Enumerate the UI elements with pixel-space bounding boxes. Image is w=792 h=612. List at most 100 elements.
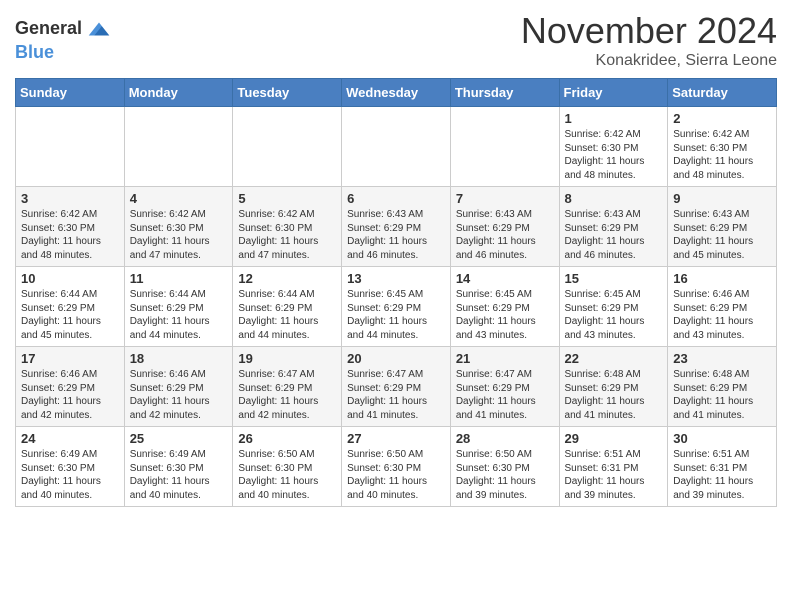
title-section: November 2024 Konakridee, Sierra Leone	[521, 10, 777, 70]
day-info: Sunrise: 6:42 AM Sunset: 6:30 PM Dayligh…	[565, 128, 663, 182]
day-info: Sunrise: 6:42 AM Sunset: 6:30 PM Dayligh…	[130, 208, 228, 262]
day-info: Sunrise: 6:42 AM Sunset: 6:30 PM Dayligh…	[21, 208, 119, 262]
calendar-cell: 6Sunrise: 6:43 AM Sunset: 6:29 PM Daylig…	[342, 187, 451, 267]
day-info: Sunrise: 6:45 AM Sunset: 6:29 PM Dayligh…	[456, 288, 554, 342]
calendar: SundayMondayTuesdayWednesdayThursdayFrid…	[15, 78, 777, 507]
calendar-cell: 15 Sunrise: 6:45 AM Sunset: 6:29 PM Dayli…	[559, 267, 668, 347]
calendar-cell: 23Sunrise: 6:48 AM Sunset: 6:29 PM Dayli…	[668, 347, 777, 427]
day-number: 2	[673, 111, 771, 126]
day-info: Sunrise: 6:43 AM Sunset: 6:29 PM Dayligh…	[565, 208, 663, 262]
calendar-week-row: 24 Sunrise: 6:49 AM Sunset: 6:30 PM Dayli…	[16, 427, 777, 507]
calendar-header-row: SundayMondayTuesdayWednesdayThursdayFrid…	[16, 79, 777, 107]
day-number: 17	[21, 351, 119, 366]
day-number: 30	[673, 431, 771, 446]
logo-icon	[85, 15, 113, 43]
col-header-saturday: Saturday	[668, 79, 777, 107]
calendar-cell: 28Sunrise: 6:50 AM Sunset: 6:30 PM Dayli…	[450, 427, 559, 507]
location: Konakridee, Sierra Leone	[521, 52, 777, 70]
day-number: 13	[347, 271, 445, 286]
day-info: Sunrise: 6:48 AM Sunset: 6:29 PM Dayligh…	[565, 368, 663, 422]
calendar-cell: 30 Sunrise: 6:51 AM Sunset: 6:31 PM Dayli…	[668, 427, 777, 507]
day-number: 7	[456, 191, 554, 206]
day-info: Sunrise: 6:44 AM Sunset: 6:29 PM Dayligh…	[21, 288, 119, 342]
calendar-cell: 27Sunrise: 6:50 AM Sunset: 6:30 PM Dayli…	[342, 427, 451, 507]
day-info: Sunrise: 6:44 AM Sunset: 6:29 PM Dayligh…	[130, 288, 228, 342]
day-number: 9	[673, 191, 771, 206]
day-info: Sunrise: 6:50 AM Sunset: 6:30 PM Dayligh…	[456, 448, 554, 502]
calendar-cell: 20 Sunrise: 6:47 AM Sunset: 6:29 PM Dayli…	[342, 347, 451, 427]
day-info: Sunrise: 6:46 AM Sunset: 6:29 PM Dayligh…	[21, 368, 119, 422]
day-info: Sunrise: 6:47 AM Sunset: 6:29 PM Dayligh…	[347, 368, 445, 422]
day-number: 12	[238, 271, 336, 286]
calendar-cell: 12 Sunrise: 6:44 AM Sunset: 6:29 PM Dayli…	[233, 267, 342, 347]
calendar-cell: 17 Sunrise: 6:46 AM Sunset: 6:29 PM Dayli…	[16, 347, 125, 427]
calendar-cell: 11 Sunrise: 6:44 AM Sunset: 6:29 PM Dayli…	[124, 267, 233, 347]
day-info: Sunrise: 6:42 AM Sunset: 6:30 PM Dayligh…	[238, 208, 336, 262]
col-header-monday: Monday	[124, 79, 233, 107]
day-info: Sunrise: 6:47 AM Sunset: 6:29 PM Dayligh…	[238, 368, 336, 422]
col-header-friday: Friday	[559, 79, 668, 107]
day-number: 8	[565, 191, 663, 206]
logo: General Blue	[15, 15, 113, 63]
col-header-wednesday: Wednesday	[342, 79, 451, 107]
calendar-week-row: 17 Sunrise: 6:46 AM Sunset: 6:29 PM Dayli…	[16, 347, 777, 427]
day-number: 4	[130, 191, 228, 206]
calendar-cell: 3 Sunrise: 6:42 AM Sunset: 6:30 PM Daylig…	[16, 187, 125, 267]
calendar-cell: 2 Sunrise: 6:42 AM Sunset: 6:30 PM Daylig…	[668, 107, 777, 187]
calendar-cell: 13 Sunrise: 6:45 AM Sunset: 6:29 PM Dayli…	[342, 267, 451, 347]
header: General Blue November 2024 Konakridee, S…	[15, 10, 777, 70]
day-number: 16	[673, 271, 771, 286]
day-info: Sunrise: 6:50 AM Sunset: 6:30 PM Dayligh…	[238, 448, 336, 502]
col-header-thursday: Thursday	[450, 79, 559, 107]
calendar-week-row: 3 Sunrise: 6:42 AM Sunset: 6:30 PM Daylig…	[16, 187, 777, 267]
day-info: Sunrise: 6:51 AM Sunset: 6:31 PM Dayligh…	[673, 448, 771, 502]
day-info: Sunrise: 6:49 AM Sunset: 6:30 PM Dayligh…	[21, 448, 119, 502]
calendar-cell: 5 Sunrise: 6:42 AM Sunset: 6:30 PM Daylig…	[233, 187, 342, 267]
day-info: Sunrise: 6:43 AM Sunset: 6:29 PM Dayligh…	[456, 208, 554, 262]
day-info: Sunrise: 6:44 AM Sunset: 6:29 PM Dayligh…	[238, 288, 336, 342]
day-number: 10	[21, 271, 119, 286]
calendar-cell: 25Sunrise: 6:49 AM Sunset: 6:30 PM Dayli…	[124, 427, 233, 507]
day-number: 22	[565, 351, 663, 366]
calendar-cell: 7 Sunrise: 6:43 AM Sunset: 6:29 PM Daylig…	[450, 187, 559, 267]
calendar-cell: 10 Sunrise: 6:44 AM Sunset: 6:29 PM Dayli…	[16, 267, 125, 347]
day-number: 20	[347, 351, 445, 366]
calendar-cell: 14 Sunrise: 6:45 AM Sunset: 6:29 PM Dayli…	[450, 267, 559, 347]
day-number: 24	[21, 431, 119, 446]
day-number: 27	[347, 431, 445, 446]
day-info: Sunrise: 6:49 AM Sunset: 6:30 PM Dayligh…	[130, 448, 228, 502]
day-info: Sunrise: 6:45 AM Sunset: 6:29 PM Dayligh…	[347, 288, 445, 342]
calendar-cell: 4 Sunrise: 6:42 AM Sunset: 6:30 PM Daylig…	[124, 187, 233, 267]
day-number: 29	[565, 431, 663, 446]
day-number: 15	[565, 271, 663, 286]
calendar-cell: 1 Sunrise: 6:42 AM Sunset: 6:30 PM Daylig…	[559, 107, 668, 187]
calendar-cell: 29Sunrise: 6:51 AM Sunset: 6:31 PM Dayli…	[559, 427, 668, 507]
day-info: Sunrise: 6:43 AM Sunset: 6:29 PM Dayligh…	[673, 208, 771, 262]
calendar-cell: 24 Sunrise: 6:49 AM Sunset: 6:30 PM Dayli…	[16, 427, 125, 507]
calendar-cell	[124, 107, 233, 187]
day-number: 26	[238, 431, 336, 446]
day-info: Sunrise: 6:45 AM Sunset: 6:29 PM Dayligh…	[565, 288, 663, 342]
calendar-cell: 19Sunrise: 6:47 AM Sunset: 6:29 PM Dayli…	[233, 347, 342, 427]
day-number: 3	[21, 191, 119, 206]
day-info: Sunrise: 6:47 AM Sunset: 6:29 PM Dayligh…	[456, 368, 554, 422]
calendar-week-row: 10 Sunrise: 6:44 AM Sunset: 6:29 PM Dayli…	[16, 267, 777, 347]
calendar-cell	[342, 107, 451, 187]
month-title: November 2024	[521, 10, 777, 52]
calendar-cell: 26 Sunrise: 6:50 AM Sunset: 6:30 PM Dayli…	[233, 427, 342, 507]
day-number: 18	[130, 351, 228, 366]
day-number: 11	[130, 271, 228, 286]
day-number: 14	[456, 271, 554, 286]
calendar-cell: 9 Sunrise: 6:43 AM Sunset: 6:29 PM Daylig…	[668, 187, 777, 267]
day-number: 21	[456, 351, 554, 366]
logo-text-general: General	[15, 19, 82, 39]
day-number: 6	[347, 191, 445, 206]
calendar-cell	[16, 107, 125, 187]
day-number: 1	[565, 111, 663, 126]
day-number: 23	[673, 351, 771, 366]
day-number: 5	[238, 191, 336, 206]
day-info: Sunrise: 6:42 AM Sunset: 6:30 PM Dayligh…	[673, 128, 771, 182]
calendar-cell	[450, 107, 559, 187]
calendar-cell: 21 Sunrise: 6:47 AM Sunset: 6:29 PM Dayli…	[450, 347, 559, 427]
logo-text-blue: Blue	[15, 42, 54, 62]
